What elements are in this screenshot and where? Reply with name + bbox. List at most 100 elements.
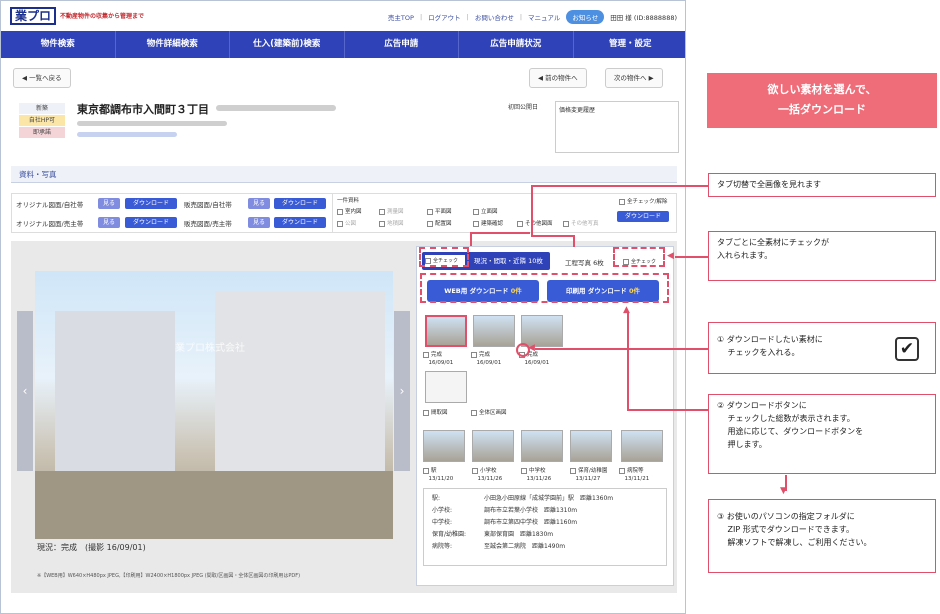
logo[interactable]: 業プロ [10,7,56,25]
thumb-photo[interactable] [473,315,515,347]
checkbox[interactable] [379,220,385,227]
callout-tab-check: タブごとに全素材にチェックが 入れられます。 [708,231,936,281]
main-photo: 業プロ株式会社 [35,271,393,539]
row-label: オリジナル図面/売主帯 [16,220,84,228]
next-photo-arrow[interactable]: › [394,311,410,471]
prev-photo-arrow[interactable]: ‹ [17,311,33,471]
nav-ad-status[interactable]: 広告申請状況 [459,31,574,58]
arrow-down-icon: ▼ [780,486,787,496]
view-button[interactable]: 見る [248,217,270,228]
download-button[interactable]: ダウンロード [274,198,326,209]
download-button[interactable]: ダウンロード [125,217,177,228]
nav-property-search[interactable]: 物件検索 [1,31,116,58]
connector-line [531,235,575,237]
view-button[interactable]: 見る [98,217,120,228]
nav-settings[interactable]: 管理・設定 [574,31,686,58]
thumb-station[interactable] [423,430,465,462]
link-manual[interactable]: マニュアル [528,12,560,22]
connector-line [470,232,472,246]
row-label: 販売図面/自社帯 [184,201,232,209]
link-seller-top[interactable]: 売主TOP [388,12,414,22]
house-right [215,291,385,491]
link-logout[interactable]: ログアウト [428,12,461,22]
checkbox[interactable] [427,208,433,215]
tag-new: 新築 [19,103,65,114]
section-title: 資料・写真 [11,166,677,183]
view-button[interactable]: 見る [98,198,120,209]
arrow-left-icon: ◀ [667,251,674,261]
arrow-left-icon: ◀ [528,343,535,353]
checkbox[interactable] [379,208,385,215]
user-name: 田田 様 (ID:8888888) [610,14,677,22]
bulk-download-button[interactable]: ダウンロード [617,211,669,222]
ikkatsu-label: 一件資料 [337,198,360,204]
checkbox[interactable] [427,220,433,227]
driveway [35,471,393,539]
connector-line [627,409,708,411]
tag-instant: 即承諾 [19,127,65,138]
callout-tab-switch: タブ切替で全画像を見れます [708,173,936,197]
tab-process[interactable]: 工程写真 6枚 [565,257,604,267]
nav-detail-search[interactable]: 物件詳細検索 [116,31,230,58]
callout-step2: ② ダウンロードボタンに チェックした総数が表示されます。 用途に応じて、ダウン… [708,394,936,474]
price-history-box: 価格変更履歴 [555,101,679,153]
highlight-tab1-check [419,247,469,267]
checkbox[interactable] [337,220,343,227]
connector-line [531,185,708,187]
thumb-floorplan[interactable] [425,371,467,403]
prev-property-button[interactable]: ◀ 前の物件へ [529,68,587,88]
connector-line [531,185,533,235]
download-button[interactable]: ダウンロード [125,198,177,209]
ikkatsu-box: 一件資料 室内図 測量図 平面図 立面図 建築確認 その他図面 公図 地積図 配… [332,194,676,232]
back-to-list-button[interactable]: ◀ 一覧へ戻る [13,68,71,88]
view-button[interactable]: 見る [248,198,270,209]
app-window: 業プロ 不動産物件の収集から管理まで 売主TOP | ログアウト | お問い合わせ |… [0,0,686,614]
connector-line [470,232,530,234]
notice-button[interactable]: お知らせ [566,10,605,24]
thumb-school[interactable] [521,430,563,462]
house-left [55,311,175,481]
download-button[interactable]: ダウンロード [274,217,326,228]
first-date-label: 初回公開日 [508,104,539,111]
highlight-download-buttons [420,273,669,303]
thumb-school[interactable] [472,430,514,462]
nearby-info: 駅: 小田急小田原線「成城学園前」駅 距離1360m 小学校: 調布市立若葉小学校 … [423,488,667,566]
checkbox[interactable] [517,220,523,227]
redacted-text [216,105,336,111]
thumb-photo[interactable] [425,315,467,347]
photo-caption: 現況：完成 (撮影 16/09/01) [37,543,146,552]
main-nav: 物件検索 物件詳細検索 仕入(建築前)検索 広告申請 広告申請状況 管理・設定 [1,31,686,58]
connector-line [675,256,708,258]
connector-line [627,312,629,410]
connector-line [573,235,575,247]
top-links: 売主TOP | ログアウト | お問い合わせ | マニュアル お知らせ 田田 様 (I… [388,10,677,24]
thumb-nursery[interactable] [570,430,612,462]
watermark: 業プロ株式会社 [175,343,245,354]
checkbox[interactable] [337,208,343,215]
headline-banner: 欲しい素材を選んで、 一括ダウンロード [707,73,937,128]
redacted-text [77,121,227,126]
checkmark-icon: ✔ [895,337,919,361]
nav-pre-build-search[interactable]: 仕入(建築前)検索 [230,31,345,58]
tagline: 不動産物件の収集から管理まで [60,13,145,20]
size-note: ※【WEB用】W640×H480px JPEG,【印刷用】W2400×H1800… [37,573,301,579]
check-all-checkbox[interactable] [619,198,625,205]
link-contact[interactable]: お問い合わせ [475,12,514,22]
nav-ad-request[interactable]: 広告申請 [345,31,459,58]
arrow-up-icon: ▲ [623,305,630,315]
thumb-hospital[interactable] [621,430,663,462]
checkbox[interactable] [473,208,479,215]
checkbox[interactable] [473,220,479,227]
property-title: 東京都調布市入間町３丁目 [77,103,209,116]
callout-step3: ③ お使いのパソコンの指定フォルダに ZIP 形式でダウンロードできます。 解凍… [708,499,936,573]
redacted-link [77,132,177,137]
tag-own-hp: 自社HP可 [19,115,65,126]
checkbox[interactable] [563,220,569,227]
callout-step1: ① ダウンロードしたい素材に チェックを入れる。 ✔ [708,322,936,374]
download-panel: オリジナル図面/自社帯 見る ダウンロード 販売図面/自社帯 見る ダウンロード… [11,193,677,233]
row-label: 販売図面/売主帯 [184,220,232,228]
row-label: オリジナル図面/自社帯 [16,201,84,209]
next-property-button[interactable]: 次の物件へ ▶ [605,68,663,88]
highlight-tab2-check [613,247,665,267]
connector-line [535,348,708,350]
